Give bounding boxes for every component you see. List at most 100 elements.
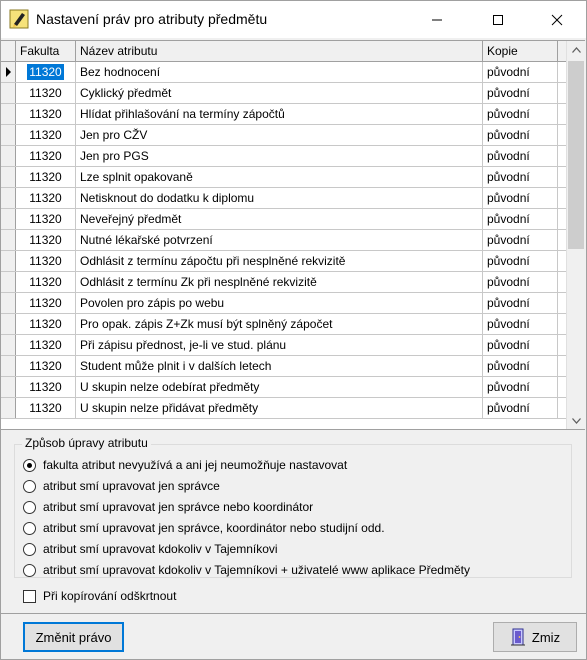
cell-kopie[interactable]: původní — [483, 146, 558, 166]
cell-kopie[interactable]: původní — [483, 209, 558, 229]
table-row[interactable]: 11320 Neveřejný předmět původní — [1, 209, 566, 230]
column-header-fakulta[interactable]: Fakulta — [16, 41, 76, 62]
cell-nazev[interactable]: Povolen pro zápis po webu — [76, 293, 483, 313]
radio-option-0[interactable]: fakulta atribut nevyužívá a ani jej neum… — [23, 456, 347, 474]
cell-kopie[interactable]: původní — [483, 188, 558, 208]
table-row[interactable]: 11320 Lze splnit opakovaně původní — [1, 167, 566, 188]
row-indicator[interactable] — [1, 272, 16, 292]
change-permission-button[interactable]: Změnit právo — [23, 622, 124, 652]
cell-fakulta[interactable]: 11320 — [16, 209, 76, 229]
cell-nazev[interactable]: Neveřejný předmět — [76, 209, 483, 229]
radio-button[interactable] — [23, 500, 36, 514]
cell-fakulta[interactable]: 11320 — [16, 230, 76, 250]
close-button[interactable] — [534, 1, 580, 38]
maximize-button[interactable] — [475, 1, 521, 38]
close-dialog-button[interactable]: Zmiz — [493, 622, 577, 652]
table-row[interactable]: 11320 U skupin nelze odebírat předměty pův… — [1, 377, 566, 398]
cell-fakulta[interactable]: 11320 — [16, 398, 76, 418]
radio-option-5[interactable]: atribut smí upravovat kdokoliv v Tajemní… — [23, 561, 470, 579]
cell-kopie[interactable]: původní — [483, 83, 558, 103]
table-row[interactable]: 11320 Pro opak. zápis Z+Zk musí být splně… — [1, 314, 566, 335]
cell-nazev[interactable]: Netisknout do dodatku k diplomu — [76, 188, 483, 208]
table-row[interactable]: 11320 Cyklický předmět původní — [1, 83, 566, 104]
cell-kopie[interactable]: původní — [483, 377, 558, 397]
row-indicator[interactable] — [1, 314, 16, 334]
cell-kopie[interactable]: původní — [483, 356, 558, 376]
cell-fakulta[interactable]: 11320 — [16, 356, 76, 376]
cell-kopie[interactable]: původní — [483, 335, 558, 355]
cell-nazev[interactable]: Pro opak. zápis Z+Zk musí být splněný zá… — [76, 314, 483, 334]
cell-nazev[interactable]: Jen pro PGS — [76, 146, 483, 166]
row-indicator[interactable] — [1, 335, 16, 355]
radio-button[interactable] — [23, 542, 36, 556]
row-indicator[interactable] — [1, 230, 16, 250]
cell-kopie[interactable]: původní — [483, 167, 558, 187]
cell-fakulta[interactable]: 11320 — [16, 62, 76, 82]
cell-nazev[interactable]: Bez hodnocení — [76, 62, 483, 82]
row-indicator[interactable] — [1, 356, 16, 376]
table-row[interactable]: 11320 Povolen pro zápis po webu původní — [1, 293, 566, 314]
cell-fakulta[interactable]: 11320 — [16, 377, 76, 397]
row-indicator[interactable] — [1, 83, 16, 103]
cell-nazev[interactable]: Cyklický předmět — [76, 83, 483, 103]
table-row[interactable]: 11320 Odhlásit z termínu zápočtu při nesp… — [1, 251, 566, 272]
radio-button[interactable] — [23, 521, 36, 535]
cell-kopie[interactable]: původní — [483, 251, 558, 271]
uncheck-on-copy-checkbox[interactable] — [23, 589, 36, 603]
table-row[interactable]: 11320 Odhlásit z termínu Zk při nesplněné… — [1, 272, 566, 293]
cell-nazev[interactable]: U skupin nelze odebírat předměty — [76, 377, 483, 397]
radio-button[interactable] — [23, 563, 36, 577]
cell-fakulta[interactable]: 11320 — [16, 83, 76, 103]
cell-fakulta[interactable]: 11320 — [16, 104, 76, 124]
table-row[interactable]: 11320 Hlídat přihlašování na termíny zápo… — [1, 104, 566, 125]
row-indicator[interactable] — [1, 251, 16, 271]
minimize-button[interactable] — [414, 1, 460, 38]
cell-fakulta[interactable]: 11320 — [16, 314, 76, 334]
radio-option-1[interactable]: atribut smí upravovat jen správce — [23, 477, 220, 495]
row-indicator[interactable] — [1, 125, 16, 145]
cell-fakulta[interactable]: 11320 — [16, 251, 76, 271]
radio-button[interactable] — [23, 479, 36, 493]
column-header-nazev[interactable]: Název atributu — [76, 41, 483, 62]
cell-nazev[interactable]: Odhlásit z termínu Zk při nesplněné rekv… — [76, 272, 483, 292]
cell-fakulta[interactable]: 11320 — [16, 188, 76, 208]
cell-kopie[interactable]: původní — [483, 125, 558, 145]
cell-nazev[interactable]: Student může plnit i v dalších letech — [76, 356, 483, 376]
cell-nazev[interactable]: U skupin nelze přidávat předměty — [76, 398, 483, 418]
cell-nazev[interactable]: Lze splnit opakovaně — [76, 167, 483, 187]
vertical-scrollbar[interactable] — [566, 41, 585, 429]
row-indicator[interactable] — [1, 167, 16, 187]
scrollbar-thumb[interactable] — [568, 61, 584, 249]
row-indicator[interactable] — [1, 209, 16, 229]
scroll-up-button[interactable] — [567, 41, 585, 58]
cell-fakulta[interactable]: 11320 — [16, 167, 76, 187]
cell-nazev[interactable]: Hlídat přihlašování na termíny zápočtů — [76, 104, 483, 124]
cell-fakulta[interactable]: 11320 — [16, 335, 76, 355]
row-indicator[interactable] — [1, 377, 16, 397]
cell-nazev[interactable]: Při zápisu přednost, je-li ve stud. plán… — [76, 335, 483, 355]
radio-option-3[interactable]: atribut smí upravovat jen správce, koord… — [23, 519, 385, 537]
cell-kopie[interactable]: původní — [483, 272, 558, 292]
table-row[interactable]: 11320 Netisknout do dodatku k diplomu půvo… — [1, 188, 566, 209]
column-header-kopie[interactable]: Kopie — [483, 41, 558, 62]
table-row[interactable]: 11320 Bez hodnocení původní — [1, 62, 566, 83]
table-row[interactable]: 11320 Nutné lékařské potvrzení původní — [1, 230, 566, 251]
cell-fakulta[interactable]: 11320 — [16, 146, 76, 166]
cell-nazev[interactable]: Odhlásit z termínu zápočtu při nesplněné… — [76, 251, 483, 271]
table-row[interactable]: 11320 Student může plnit i v dalších lete… — [1, 356, 566, 377]
cell-kopie[interactable]: původní — [483, 104, 558, 124]
cell-kopie[interactable]: původní — [483, 230, 558, 250]
radio-option-2[interactable]: atribut smí upravovat jen správce nebo k… — [23, 498, 313, 516]
cell-fakulta[interactable]: 11320 — [16, 125, 76, 145]
radio-option-4[interactable]: atribut smí upravovat kdokoliv v Tajemní… — [23, 540, 278, 558]
row-indicator[interactable] — [1, 104, 16, 124]
cell-fakulta[interactable]: 11320 — [16, 293, 76, 313]
table-row[interactable]: 11320 Jen pro CŽV původní — [1, 125, 566, 146]
row-indicator[interactable] — [1, 398, 16, 418]
attributes-grid[interactable]: Fakulta Název atributu Kopie 11320 Bez ho… — [1, 40, 585, 430]
table-row[interactable]: 11320 Při zápisu přednost, je-li ve stud.… — [1, 335, 566, 356]
table-row[interactable]: 11320 U skupin nelze přidávat předměty pův… — [1, 398, 566, 419]
cell-kopie[interactable]: původní — [483, 62, 558, 82]
row-indicator[interactable] — [1, 146, 16, 166]
cell-kopie[interactable]: původní — [483, 398, 558, 418]
